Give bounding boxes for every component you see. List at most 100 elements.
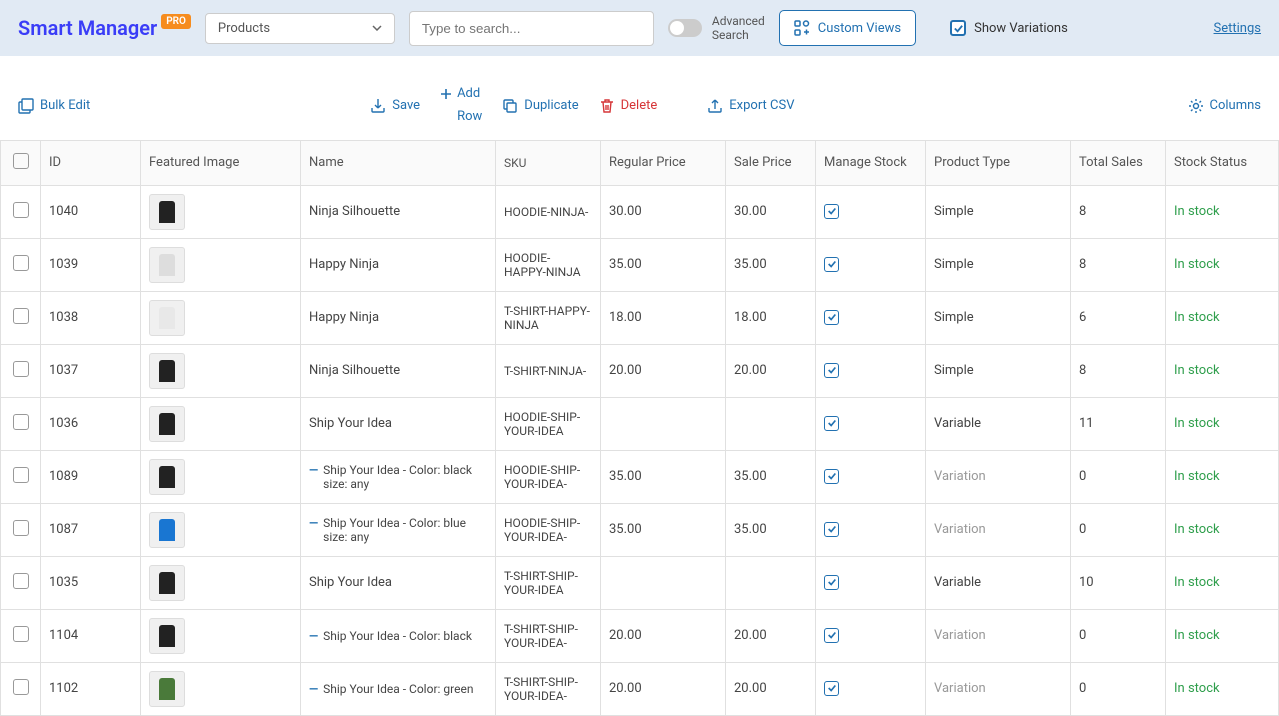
col-regular-price[interactable]: Regular Price: [601, 140, 726, 185]
cell-name[interactable]: —Ship Your Idea - Color: black: [301, 609, 496, 662]
cell-sku[interactable]: HOODIE-SHIP-YOUR-IDEA-: [496, 450, 601, 503]
cell-sku[interactable]: T-SHIRT-SHIP-YOUR-IDEA: [496, 556, 601, 609]
cell-name[interactable]: Ninja Silhouette: [301, 185, 496, 238]
col-sku[interactable]: SKU: [496, 140, 601, 185]
cell-id[interactable]: 1087: [41, 503, 141, 556]
cell-sku[interactable]: HOODIE-SHIP-YOUR-IDEA: [496, 397, 601, 450]
cell-id[interactable]: 1038: [41, 291, 141, 344]
cell-name[interactable]: Ship Your Idea: [301, 397, 496, 450]
cell-stock-status[interactable]: In stock: [1166, 609, 1279, 662]
cell-product-type[interactable]: Variation: [926, 450, 1071, 503]
cell-id[interactable]: 1039: [41, 238, 141, 291]
cell-total-sales[interactable]: 8: [1071, 238, 1166, 291]
col-stock-status[interactable]: Stock Status: [1166, 140, 1279, 185]
cell-name[interactable]: —Ship Your Idea - Color: green: [301, 662, 496, 715]
cell-featured-image[interactable]: [141, 344, 301, 397]
col-id[interactable]: ID: [41, 140, 141, 185]
cell-stock-status[interactable]: In stock: [1166, 503, 1279, 556]
duplicate-button[interactable]: Duplicate: [502, 86, 578, 126]
row-checkbox[interactable]: [13, 255, 29, 271]
manage-stock-checkbox[interactable]: [824, 257, 839, 272]
cell-regular-price[interactable]: 35.00: [601, 503, 726, 556]
cell-total-sales[interactable]: 10: [1071, 556, 1166, 609]
cell-name[interactable]: —Ship Your Idea - Color: blacksize: any: [301, 450, 496, 503]
cell-sale-price[interactable]: [726, 556, 816, 609]
cell-sku[interactable]: T-SHIRT-SHIP-YOUR-IDEA-: [496, 662, 601, 715]
cell-id[interactable]: 1037: [41, 344, 141, 397]
manage-stock-checkbox[interactable]: [824, 575, 839, 590]
cell-sale-price[interactable]: 20.00: [726, 609, 816, 662]
cell-total-sales[interactable]: 0: [1071, 609, 1166, 662]
manage-stock-checkbox[interactable]: [824, 310, 839, 325]
row-checkbox[interactable]: [13, 573, 29, 589]
cell-stock-status[interactable]: In stock: [1166, 344, 1279, 397]
export-csv-button[interactable]: Export CSV: [707, 86, 794, 126]
manage-stock-checkbox[interactable]: [824, 469, 839, 484]
col-manage-stock[interactable]: Manage Stock: [816, 140, 926, 185]
cell-product-type[interactable]: Variable: [926, 556, 1071, 609]
cell-name[interactable]: Ship Your Idea: [301, 556, 496, 609]
cell-featured-image[interactable]: [141, 609, 301, 662]
cell-sale-price[interactable]: [726, 397, 816, 450]
advanced-search-toggle[interactable]: [668, 19, 702, 37]
row-checkbox[interactable]: [13, 308, 29, 324]
cell-featured-image[interactable]: [141, 503, 301, 556]
delete-button[interactable]: Delete: [599, 86, 658, 126]
cell-total-sales[interactable]: 0: [1071, 450, 1166, 503]
cell-sale-price[interactable]: 20.00: [726, 662, 816, 715]
cell-sale-price[interactable]: 18.00: [726, 291, 816, 344]
cell-total-sales[interactable]: 0: [1071, 503, 1166, 556]
cell-id[interactable]: 1040: [41, 185, 141, 238]
cell-id[interactable]: 1089: [41, 450, 141, 503]
cell-name[interactable]: Happy Ninja: [301, 238, 496, 291]
row-checkbox[interactable]: [13, 361, 29, 377]
col-product-type[interactable]: Product Type: [926, 140, 1071, 185]
cell-regular-price[interactable]: 35.00: [601, 238, 726, 291]
columns-button[interactable]: Columns: [1188, 98, 1262, 114]
row-checkbox[interactable]: [13, 414, 29, 430]
cell-sku[interactable]: T-SHIRT-NINJA-: [496, 344, 601, 397]
cell-regular-price[interactable]: 20.00: [601, 344, 726, 397]
cell-featured-image[interactable]: [141, 185, 301, 238]
cell-name[interactable]: Ninja Silhouette: [301, 344, 496, 397]
cell-product-type[interactable]: Variation: [926, 662, 1071, 715]
cell-sku[interactable]: HOODIE-SHIP-YOUR-IDEA-: [496, 503, 601, 556]
cell-sale-price[interactable]: 35.00: [726, 238, 816, 291]
cell-featured-image[interactable]: [141, 662, 301, 715]
cell-sku[interactable]: T-SHIRT-HAPPY-NINJA: [496, 291, 601, 344]
cell-id[interactable]: 1035: [41, 556, 141, 609]
cell-stock-status[interactable]: In stock: [1166, 556, 1279, 609]
col-featured-image[interactable]: Featured Image: [141, 140, 301, 185]
cell-featured-image[interactable]: [141, 291, 301, 344]
row-checkbox[interactable]: [13, 520, 29, 536]
settings-link[interactable]: Settings: [1214, 21, 1261, 36]
cell-total-sales[interactable]: 8: [1071, 344, 1166, 397]
show-variations-checkbox[interactable]: [950, 20, 966, 36]
cell-sku[interactable]: T-SHIRT-SHIP-YOUR-IDEA-: [496, 609, 601, 662]
col-total-sales[interactable]: Total Sales: [1071, 140, 1166, 185]
cell-product-type[interactable]: Variable: [926, 397, 1071, 450]
row-checkbox[interactable]: [13, 626, 29, 642]
cell-sale-price[interactable]: 20.00: [726, 344, 816, 397]
cell-total-sales[interactable]: 0: [1071, 662, 1166, 715]
cell-regular-price[interactable]: [601, 556, 726, 609]
col-name[interactable]: Name: [301, 140, 496, 185]
manage-stock-checkbox[interactable]: [824, 681, 839, 696]
add-row-button[interactable]: Add Row: [440, 86, 482, 126]
cell-featured-image[interactable]: [141, 238, 301, 291]
cell-total-sales[interactable]: 6: [1071, 291, 1166, 344]
cell-product-type[interactable]: Simple: [926, 291, 1071, 344]
search-input[interactable]: [409, 11, 654, 46]
row-checkbox[interactable]: [13, 202, 29, 218]
cell-product-type[interactable]: Simple: [926, 185, 1071, 238]
cell-sale-price[interactable]: 35.00: [726, 503, 816, 556]
cell-total-sales[interactable]: 8: [1071, 185, 1166, 238]
cell-featured-image[interactable]: [141, 450, 301, 503]
cell-id[interactable]: 1104: [41, 609, 141, 662]
cell-featured-image[interactable]: [141, 397, 301, 450]
cell-id[interactable]: 1102: [41, 662, 141, 715]
row-checkbox[interactable]: [13, 679, 29, 695]
manage-stock-checkbox[interactable]: [824, 363, 839, 378]
dashboard-select[interactable]: Products: [205, 13, 395, 44]
save-button[interactable]: Save: [370, 86, 420, 126]
